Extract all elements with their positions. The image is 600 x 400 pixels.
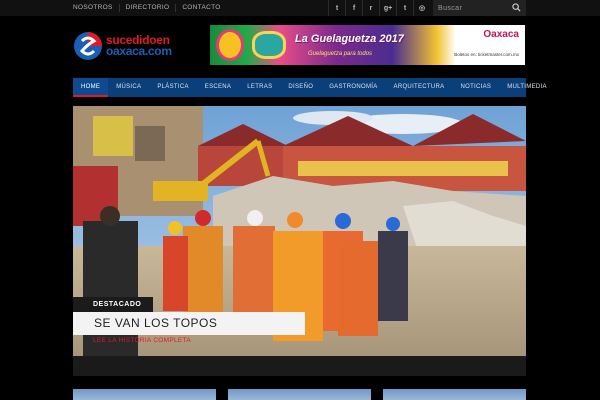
top-links: NOSOTROS DIRECTORIO CONTACTO [73,0,227,16]
search-icon[interactable] [512,3,521,12]
banner-ad[interactable]: La Guelaguetza 2017 Guelaguetza para tod… [210,25,525,65]
nav-item-arquitectura[interactable]: ARQUITECTURA [386,78,453,97]
twitter-icon[interactable]: t [328,0,345,16]
logo-text: sucedidoen oaxaca.com [106,34,172,58]
nav-item-letras[interactable]: LETRAS [239,78,280,97]
google-plus-icon[interactable]: g+ [379,0,396,16]
tumblr-icon[interactable]: t [396,0,413,16]
search-input[interactable]: Buscar [433,0,526,16]
top-link-nosotros[interactable]: NOSOTROS [73,4,120,12]
hero-footer-strip [73,356,526,376]
banner-small-print: Boletos en: ticketmaster.com.mx [454,52,519,57]
main-nav: HOME MÚSICA PLÁSTICA ESCENA LETRAS DISEÑ… [73,78,546,97]
featured-tag: DESTACADO [73,297,154,312]
nav-item-home[interactable]: HOME [73,78,109,97]
banner-decoration [252,31,286,59]
banner-title: La Guelaguetza 2017 [295,33,404,45]
banner-decoration [216,29,244,61]
logo-line-2: oaxaca.com [106,44,172,58]
top-link-contacto[interactable]: CONTACTO [176,4,226,12]
article-thumbnail[interactable] [73,389,216,400]
article-thumbnails [73,389,526,400]
nav-item-musica[interactable]: MÚSICA [108,78,149,97]
top-link-directorio[interactable]: DIRECTORIO [120,4,177,12]
top-bar: NOSOTROS DIRECTORIO CONTACTO t f r g+ t … [0,0,600,16]
article-thumbnail[interactable] [383,389,526,400]
nav-item-gastronomia[interactable]: GASTRONOMÍA [321,78,385,97]
nav-item-diseno[interactable]: DISEÑO [280,78,321,97]
nav-item-plastica[interactable]: PLÁSTICA [149,78,196,97]
read-more-link[interactable]: LEE LA HISTORIA COMPLETA [93,337,191,344]
site-logo[interactable]: sucedidoen oaxaca.com [73,30,205,62]
banner-subtitle: Guelaguetza para todos [308,51,373,57]
banner-brand: Oaxaca [483,29,519,40]
search-placeholder: Buscar [438,4,463,12]
logo-mark-icon [74,32,102,60]
nav-item-multimedia[interactable]: MULTIMEDIA [499,78,555,97]
hero-headline[interactable]: SE VAN LOS TOPOS [73,312,305,335]
instagram-icon[interactable]: ◎ [413,0,430,16]
facebook-icon[interactable]: f [345,0,362,16]
article-thumbnail[interactable] [228,389,371,400]
page: NOSOTROS DIRECTORIO CONTACTO t f r g+ t … [0,0,600,400]
rss-icon[interactable]: r [362,0,379,16]
nav-item-noticias[interactable]: NOTICIAS [452,78,499,97]
nav-item-escena[interactable]: ESCENA [197,78,239,97]
social-links: t f r g+ t ◎ [328,0,430,16]
